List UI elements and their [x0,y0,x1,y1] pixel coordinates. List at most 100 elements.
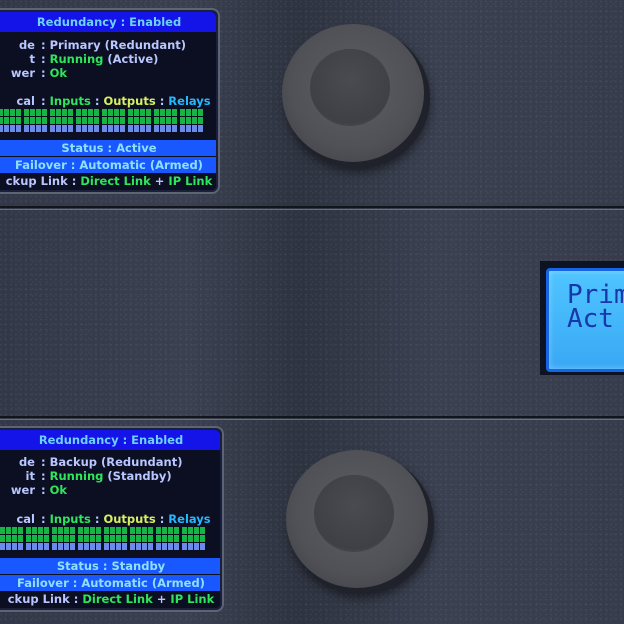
level-indicator [116,535,121,542]
level-indicator [192,117,197,124]
status-bar: Status : Active [0,140,216,156]
relay-indicator [120,125,125,132]
relay-indicator [146,125,151,132]
relay-indicator [102,125,107,132]
relay-indicator [96,543,101,550]
level-indicator [114,109,119,116]
relay-indicator [166,125,171,132]
level-indicator [50,109,55,116]
level-indicator [194,535,199,542]
level-indicator [76,117,81,124]
level-meters [0,527,205,550]
level-indicator [146,117,151,124]
level-indicator [186,117,191,124]
level-indicator [182,535,187,542]
level-indicator [24,109,29,116]
relay-indicator [94,125,99,132]
level-indicator [102,109,107,116]
relay-indicator [32,543,37,550]
level-indicator [140,109,145,116]
relay-indicator [114,125,119,132]
level-indicator [136,527,141,534]
level-indicator [194,527,199,534]
level-indicator [96,535,101,542]
level-indicator [56,117,61,124]
power-value: Ok [49,483,68,497]
level-indicator [142,527,147,534]
direct-link: Direct Link [82,592,153,606]
relay-indicator [90,543,95,550]
level-indicator [182,527,187,534]
relays-label: Relays [168,512,211,526]
rotary-encoder-knob[interactable] [282,24,430,168]
primary-display: Redundancy : Enabled de: Primary (Redund… [0,10,218,192]
level-indicator [172,109,177,116]
meter-group [104,527,127,550]
relay-indicator [0,543,5,550]
knob-cap[interactable] [282,24,424,162]
level-indicator [70,535,75,542]
level-indicator [58,535,63,542]
relay-indicator [194,543,199,550]
ip-link: IP Link [170,592,215,606]
level-indicator [62,109,67,116]
level-indicator [78,535,83,542]
level-indicator [90,535,95,542]
meter-group [128,109,151,132]
level-indicator [26,527,31,534]
level-indicator [122,535,127,542]
failover-bar: Failover : Automatic (Armed) [0,157,216,173]
power-label: wer [10,483,35,497]
relay-indicator [16,125,21,132]
level-indicator [64,535,69,542]
redundancy-header: Redundancy : Enabled [0,12,216,32]
level-indicator [68,117,73,124]
inputs-label: Inputs [49,512,91,526]
relay-indicator [186,125,191,132]
relay-indicator [36,125,41,132]
meter-group [182,527,205,550]
rack-seam [0,206,624,208]
level-indicator [156,527,161,534]
level-indicator [160,117,165,124]
level-indicator [26,535,31,542]
relay-indicator [82,125,87,132]
level-indicator [42,117,47,124]
unit-row: t: Running (Active) [0,52,159,66]
level-indicator [38,535,43,542]
rotary-encoder-knob[interactable] [286,450,434,594]
backup-link-row: ckup Link : Direct Link + IP Link [0,592,220,606]
knob-dish [314,474,394,553]
level-indicator [130,535,135,542]
level-indicator [0,535,5,542]
level-indicator [0,117,3,124]
level-indicator [82,109,87,116]
relay-indicator [160,125,165,132]
relay-indicator [172,125,177,132]
mode-row: de: Backup (Redundant) [0,455,183,469]
relay-indicator [26,543,31,550]
meter-group [0,527,23,550]
rack-seam-highlight [0,209,624,210]
level-indicator [110,535,115,542]
level-indicator [78,527,83,534]
level-indicator [120,109,125,116]
meter-group [102,109,125,132]
level-indicator [90,527,95,534]
relay-indicator [38,543,43,550]
level-indicator [162,527,167,534]
relay-indicator [44,543,49,550]
level-indicator [70,527,75,534]
relay-indicator [62,125,67,132]
power-row: wer: Ok [0,66,67,80]
level-indicator [166,109,171,116]
knob-cap[interactable] [286,450,428,588]
relay-indicator [116,543,121,550]
relays-label: Relays [168,94,211,108]
level-indicator [10,117,15,124]
relay-indicator [56,125,61,132]
relay-indicator [136,543,141,550]
level-indicator [84,527,89,534]
direct-link: Direct Link [80,174,151,188]
relay-indicator [50,125,55,132]
